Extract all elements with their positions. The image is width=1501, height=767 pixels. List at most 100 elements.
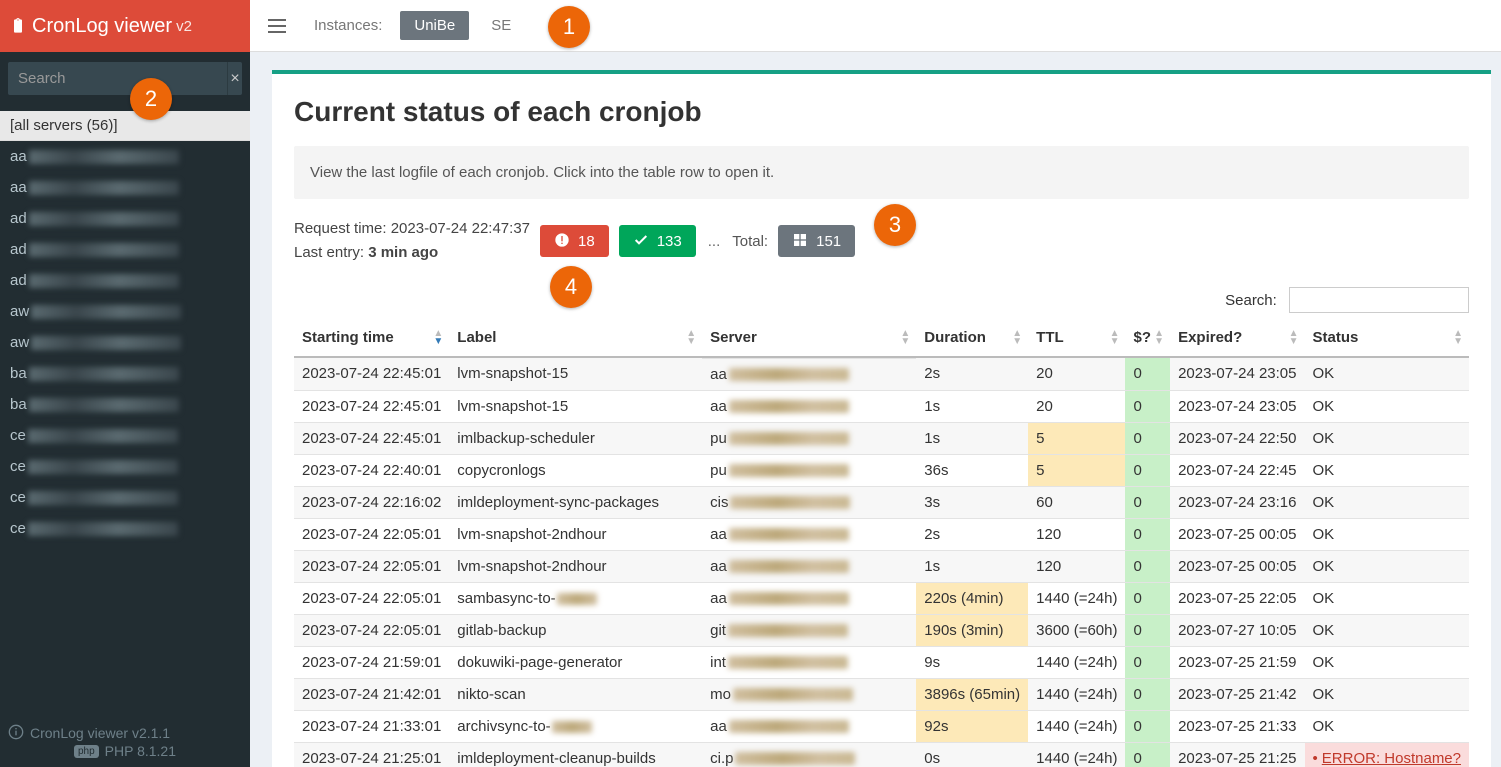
table-row[interactable]: 2023-07-24 22:05:01sambasync-to-aa220s (… xyxy=(294,582,1469,614)
sort-icon: ▲▼ xyxy=(1110,330,1120,346)
col-label: TTL xyxy=(1036,329,1064,346)
cell-expired: 2023-07-25 21:42 xyxy=(1170,678,1304,710)
sidebar-item-server[interactable]: aw xyxy=(0,296,250,327)
table-row[interactable]: 2023-07-24 22:16:02imldeployment-sync-pa… xyxy=(294,486,1469,518)
cell-label: lvm-snapshot-2ndhour xyxy=(449,518,702,550)
table-row[interactable]: 2023-07-24 21:25:01imldeployment-cleanup… xyxy=(294,742,1469,767)
sidebar-item-server[interactable]: ce xyxy=(0,420,250,451)
dots: ... xyxy=(706,233,723,250)
cell-start: 2023-07-24 22:05:01 xyxy=(294,582,449,614)
col-label[interactable]: Label ▲▼ xyxy=(449,319,702,357)
cell-server: mo xyxy=(702,678,916,710)
table-row[interactable]: 2023-07-24 22:45:01imlbackup-schedulerpu… xyxy=(294,422,1469,454)
sidebar-item-server[interactable]: ad xyxy=(0,234,250,265)
table-row[interactable]: 2023-07-24 21:33:01archivsync-to-aa92s14… xyxy=(294,710,1469,742)
sidebar-item-all-servers[interactable]: [all servers (56)] xyxy=(0,111,250,141)
col-ttl[interactable]: TTL ▲▼ xyxy=(1028,319,1125,357)
sidebar-item-server[interactable]: ce xyxy=(0,513,250,544)
cell-duration: 3s xyxy=(916,486,1028,518)
cell-label: lvm-snapshot-2ndhour xyxy=(449,550,702,582)
server-redacted xyxy=(29,150,179,164)
table-row[interactable]: 2023-07-24 22:05:01lvm-snapshot-2ndhoura… xyxy=(294,518,1469,550)
ok-count-badge[interactable]: 133 xyxy=(619,225,696,257)
cell-expired: 2023-07-25 21:33 xyxy=(1170,710,1304,742)
cell-server: aa xyxy=(702,390,916,422)
error-count-badge[interactable]: 18 xyxy=(540,225,609,257)
total-count: 151 xyxy=(816,233,841,250)
sidebar-item-server[interactable]: ce xyxy=(0,482,250,513)
server-redacted xyxy=(733,688,853,701)
sidebar-item-server[interactable]: ce xyxy=(0,451,250,482)
cell-server: git xyxy=(702,614,916,646)
table-row[interactable]: 2023-07-24 21:59:01dokuwiki-page-generat… xyxy=(294,646,1469,678)
menu-toggle-icon[interactable] xyxy=(268,19,286,33)
sidebar-item-label: [all servers (56)] xyxy=(10,117,118,134)
col-expired[interactable]: Expired? ▲▼ xyxy=(1170,319,1304,357)
table-row[interactable]: 2023-07-24 22:05:01gitlab-backupgit190s … xyxy=(294,614,1469,646)
server-prefix: ba xyxy=(10,365,27,382)
sidebar-item-server[interactable]: ba xyxy=(0,358,250,389)
sidebar-item-server[interactable]: ad xyxy=(0,203,250,234)
cell-start: 2023-07-24 22:05:01 xyxy=(294,614,449,646)
cell-exitcode: 0 xyxy=(1125,678,1170,710)
server-prefix: ce xyxy=(10,489,26,506)
server-redacted xyxy=(28,491,178,505)
sidebar-item-server[interactable]: aw xyxy=(0,327,250,358)
cell-expired: 2023-07-24 22:50 xyxy=(1170,422,1304,454)
cell-expired: 2023-07-25 21:25 xyxy=(1170,742,1304,767)
cell-start: 2023-07-24 22:45:01 xyxy=(294,357,449,390)
col-label: Expired? xyxy=(1178,329,1242,346)
cell-duration: 36s xyxy=(916,454,1028,486)
server-redacted xyxy=(729,560,849,573)
col-server[interactable]: Server ▲▼ xyxy=(702,319,916,357)
cell-start: 2023-07-24 21:25:01 xyxy=(294,742,449,767)
sidebar-item-server[interactable]: ad xyxy=(0,265,250,296)
cell-ttl: 1440 (=24h) xyxy=(1028,582,1125,614)
cell-status: OK xyxy=(1305,454,1469,486)
total-count-badge[interactable]: 151 xyxy=(778,225,855,257)
cell-exitcode: 0 xyxy=(1125,390,1170,422)
col-status[interactable]: Status ▲▼ xyxy=(1305,319,1469,357)
hint-box: View the last logfile of each cronjob. C… xyxy=(294,146,1469,199)
info-icon xyxy=(8,724,24,741)
error-link[interactable]: ERROR: Hostname? xyxy=(1322,750,1461,767)
col-duration[interactable]: Duration ▲▼ xyxy=(916,319,1028,357)
table-row[interactable]: 2023-07-24 22:05:01lvm-snapshot-2ndhoura… xyxy=(294,550,1469,582)
instance-tab-unibe[interactable]: UniBe xyxy=(400,11,469,40)
table-row[interactable]: 2023-07-24 22:45:01lvm-snapshot-15aa2s20… xyxy=(294,357,1469,390)
check-icon xyxy=(633,232,649,250)
cell-status: OK xyxy=(1305,486,1469,518)
server-redacted xyxy=(729,464,849,477)
brand[interactable]: CronLog viewer v2 xyxy=(0,0,250,52)
server-redacted xyxy=(729,592,849,605)
sidebar-item-server[interactable]: ba xyxy=(0,389,250,420)
cell-start: 2023-07-24 22:45:01 xyxy=(294,390,449,422)
col-starting-time[interactable]: Starting time ▲▼ xyxy=(294,319,449,357)
cell-expired: 2023-07-25 00:05 xyxy=(1170,550,1304,582)
server-redacted xyxy=(28,460,178,474)
server-list: [all servers (56)] aaaaadadadawawbabacec… xyxy=(0,111,250,544)
table-row[interactable]: 2023-07-24 21:42:01nikto-scanmo3896s (65… xyxy=(294,678,1469,710)
annotation-2: 2 xyxy=(130,78,172,120)
cell-status: OK xyxy=(1305,582,1469,614)
search-input[interactable] xyxy=(8,62,227,95)
cell-ttl: 5 xyxy=(1028,422,1125,454)
sidebar-footer: CronLog viewer v2.1.1 php PHP 8.1.21 xyxy=(8,724,242,761)
cell-duration: 0s xyxy=(916,742,1028,767)
search-clear-button[interactable]: × xyxy=(227,62,242,95)
cell-server: aa xyxy=(702,358,916,390)
cell-exitcode: 0 xyxy=(1125,710,1170,742)
table-row[interactable]: 2023-07-24 22:40:01copycronlogspu36s5020… xyxy=(294,454,1469,486)
sort-icon: ▲▼ xyxy=(686,330,696,346)
server-redacted xyxy=(29,367,179,381)
col-label: Label xyxy=(457,329,496,346)
sidebar-item-server[interactable]: aa xyxy=(0,172,250,203)
col-exitcode[interactable]: $? ▲▼ xyxy=(1125,319,1170,357)
cell-server: pu xyxy=(702,454,916,486)
sidebar-item-server[interactable]: aa xyxy=(0,141,250,172)
server-prefix: aa xyxy=(10,179,27,196)
instance-tab-se[interactable]: SE xyxy=(477,11,525,40)
table-search-input[interactable] xyxy=(1289,287,1469,313)
cell-duration: 2s xyxy=(916,518,1028,550)
table-row[interactable]: 2023-07-24 22:45:01lvm-snapshot-15aa1s20… xyxy=(294,390,1469,422)
